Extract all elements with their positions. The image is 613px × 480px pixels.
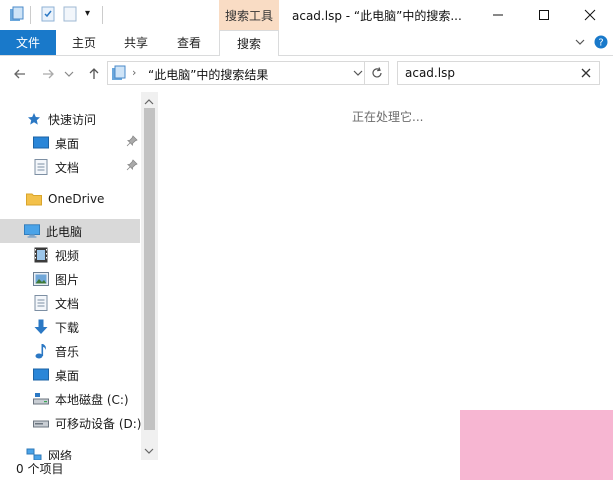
nav-label: 视频 [55, 248, 80, 263]
scroll-down-icon[interactable] [144, 444, 154, 458]
address-dropdown-icon[interactable] [352, 67, 364, 82]
nav-label: 下载 [55, 320, 80, 335]
nav-label: 文档 [55, 296, 80, 311]
maximize-button[interactable] [521, 0, 567, 30]
nav-videos[interactable]: 视频 [0, 243, 140, 267]
forward-button[interactable] [38, 64, 58, 84]
up-arrow-icon [89, 68, 99, 79]
nav-label: 音乐 [55, 344, 80, 359]
window-title: acad.lsp - “此电脑”中的搜索... [292, 9, 462, 23]
nav-documents[interactable]: 文档 [0, 291, 140, 315]
recent-locations-button[interactable] [62, 64, 76, 84]
qat-separator [102, 6, 103, 24]
nav-label: 本地磁盘 (C:) [55, 392, 129, 407]
scroll-up-icon[interactable] [144, 95, 154, 109]
close-icon [584, 9, 596, 21]
nav-quick-access[interactable]: 快速访问 [0, 107, 140, 131]
help-icon[interactable]: ? [594, 35, 608, 52]
nav-pictures[interactable]: 图片 [0, 267, 140, 291]
nav-label: OneDrive [48, 192, 105, 206]
status-item-count: 0 个项目 [16, 462, 64, 476]
back-arrow-icon [14, 69, 25, 79]
address-separator [364, 62, 365, 84]
documents-icon [33, 295, 49, 311]
back-button[interactable] [10, 64, 30, 84]
pin-icon[interactable] [126, 135, 138, 150]
folder-icon [26, 191, 42, 207]
video-icon [33, 247, 49, 263]
network-icon [26, 447, 42, 460]
qat-customize-dropdown[interactable]: ▾ [85, 8, 90, 19]
clear-search-icon[interactable] [581, 67, 591, 81]
minimize-icon [493, 14, 503, 16]
tab-share[interactable]: 共享 [114, 30, 158, 55]
explorer-app-icon[interactable] [9, 6, 25, 25]
nav-label: 图片 [55, 272, 80, 287]
nav-local-disk-c[interactable]: 本地磁盘 (C:) [0, 387, 140, 411]
desktop-icon [33, 135, 49, 151]
watermark-overlay [460, 410, 613, 480]
chevron-down-icon [64, 71, 74, 77]
tab-home[interactable]: 主页 [62, 30, 106, 55]
nav-label: 桌面 [55, 136, 80, 151]
breadcrumb-chevron-icon[interactable]: › [132, 66, 136, 79]
ribbon-expand-chevron-icon[interactable] [574, 36, 586, 51]
minimize-button[interactable] [475, 0, 521, 30]
tab-view[interactable]: 查看 [167, 30, 211, 55]
search-input-value: acad.lsp [405, 66, 455, 80]
pin-icon[interactable] [126, 159, 138, 174]
nav-label: 桌面 [55, 368, 80, 383]
star-icon [26, 111, 42, 127]
refresh-icon[interactable] [370, 66, 384, 83]
tab-search[interactable]: 搜索 [219, 30, 279, 56]
qat-separator [30, 6, 31, 24]
nav-label: 网络 [48, 448, 73, 461]
pictures-icon [33, 271, 49, 287]
address-path: “此电脑”中的搜索结果 [148, 68, 269, 82]
new-folder-icon[interactable] [62, 6, 78, 25]
nav-desktop[interactable]: 桌面 [0, 363, 140, 387]
desktop-icon [33, 367, 49, 383]
documents-icon [33, 159, 49, 175]
nav-downloads[interactable]: 下载 [0, 315, 140, 339]
nav-label: 文档 [55, 160, 80, 175]
search-results-icon [111, 65, 127, 84]
hard-drive-icon [33, 391, 49, 407]
forward-arrow-icon [43, 69, 54, 79]
nav-onedrive[interactable]: OneDrive [0, 187, 140, 211]
tab-file[interactable]: 文件 [0, 30, 56, 55]
download-arrow-icon [33, 319, 49, 335]
nav-removable-d[interactable]: 可移动设备 (D:) [0, 411, 142, 435]
svg-text:?: ? [598, 38, 603, 49]
music-note-icon [33, 343, 49, 359]
nav-scrollbar-thumb[interactable] [144, 108, 155, 430]
processing-message: 正在处理它... [352, 110, 424, 124]
nav-this-pc[interactable]: 此电脑 [0, 219, 140, 243]
nav-music[interactable]: 音乐 [0, 339, 140, 363]
up-button[interactable] [84, 64, 104, 84]
maximize-icon [539, 10, 549, 20]
search-tools-context-label: 搜索工具 [219, 0, 279, 30]
nav-label: 此电脑 [46, 224, 83, 239]
nav-quick-documents[interactable]: 文档 [0, 155, 140, 179]
nav-network[interactable]: 网络 [0, 443, 140, 460]
computer-icon [24, 223, 40, 239]
properties-icon[interactable] [40, 6, 56, 25]
nav-network-clip: 网络 [0, 440, 140, 460]
nav-label: 可移动设备 (D:) [55, 416, 142, 431]
nav-label: 快速访问 [48, 112, 97, 127]
close-button[interactable] [567, 0, 613, 30]
removable-drive-icon [33, 415, 49, 431]
nav-quick-desktop[interactable]: 桌面 [0, 131, 140, 155]
